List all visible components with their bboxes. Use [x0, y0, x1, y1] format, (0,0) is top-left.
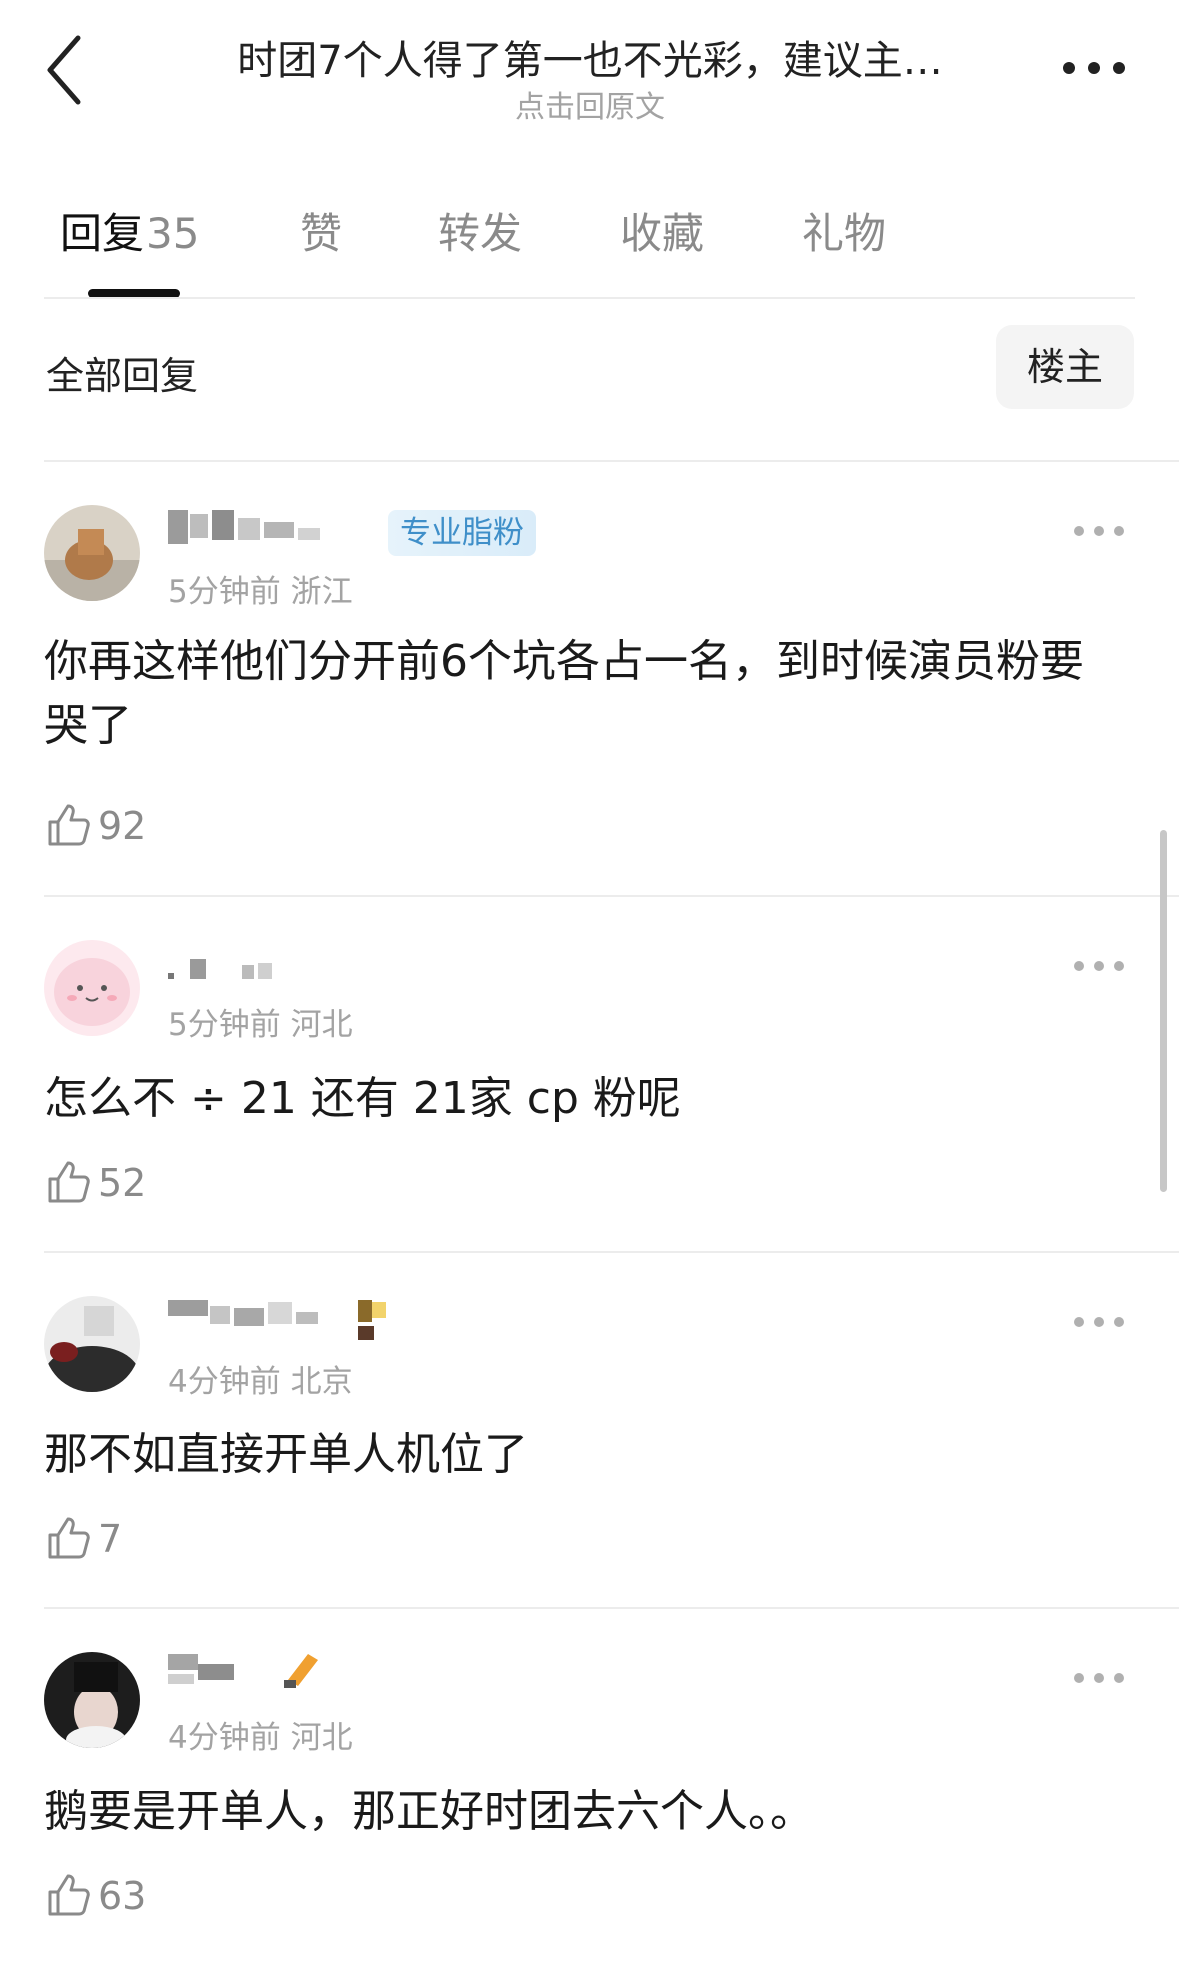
comment-more-icon[interactable] [1071, 956, 1127, 976]
thumbs-up-icon [48, 1161, 90, 1203]
all-replies-label: 全部回复 [46, 354, 199, 398]
back-icon[interactable] [40, 30, 100, 110]
comment-more-icon[interactable] [1071, 1668, 1127, 1688]
comment-meta: 5分钟前 浙江 [168, 574, 353, 610]
thumbs-up-icon [48, 1874, 90, 1916]
tab-replies-count: 35 [146, 209, 200, 258]
tab-likes[interactable]: 赞 [300, 200, 342, 261]
username[interactable] [168, 1300, 398, 1340]
like-button[interactable]: 52 [46, 1159, 146, 1205]
username[interactable] [168, 510, 368, 544]
divider [44, 895, 1179, 897]
like-count: 92 [98, 804, 147, 848]
top-bar: 时团7个人得了第一也不光彩，建议主… 点击回原文 [0, 0, 1179, 150]
comment-text: 怎么不 ÷ 21 还有 21家 cp 粉呢 [44, 1073, 681, 1124]
tab-bar: 回复35 赞 转发 收藏 礼物 [60, 200, 1140, 280]
comment-meta: 4分钟前 北京 [168, 1364, 353, 1400]
avatar[interactable] [44, 940, 140, 1036]
like-button[interactable]: 92 [46, 802, 146, 848]
like-count: 52 [98, 1161, 147, 1205]
back-to-original-link[interactable]: 点击回原文 [180, 82, 1000, 126]
thumbs-up-icon [48, 804, 90, 846]
like-count: 63 [98, 1874, 147, 1918]
comment-meta: 5分钟前 河北 [168, 1007, 353, 1043]
username[interactable] [168, 1650, 358, 1688]
avatar[interactable] [44, 505, 140, 601]
divider [44, 1251, 1179, 1253]
tab-gifts[interactable]: 礼物 [802, 200, 886, 261]
like-count: 7 [98, 1517, 123, 1561]
scrollbar[interactable] [1160, 830, 1167, 1192]
divider [44, 460, 1179, 462]
avatar[interactable] [44, 1296, 140, 1392]
divider [44, 297, 1135, 299]
avatar[interactable] [44, 1652, 140, 1748]
comment-more-icon[interactable] [1071, 1312, 1127, 1332]
more-options-icon[interactable] [1049, 48, 1139, 88]
comment-text: 鹅要是开单人，那正好时团去六个人。。 [44, 1786, 814, 1837]
tab-replies[interactable]: 回复35 [60, 200, 199, 261]
comment-meta: 4分钟前 河北 [168, 1720, 353, 1756]
thumbs-up-icon [48, 1517, 90, 1559]
tab-favorites[interactable]: 收藏 [620, 200, 704, 261]
like-button[interactable]: 63 [46, 1872, 146, 1918]
divider [44, 1607, 1179, 1609]
comment-text: 你再这样他们分开前6个坑各占一名，到时候演员粉要哭了 [44, 636, 1084, 751]
like-button[interactable]: 7 [46, 1515, 122, 1561]
owner-filter-button[interactable]: 楼主 [996, 325, 1134, 409]
comment-more-icon[interactable] [1071, 521, 1127, 541]
fan-badge: 专业脂粉 [388, 510, 536, 556]
reply-filter-row: 全部回复 楼主 [44, 325, 1134, 415]
tab-replies-label: 回复 [60, 209, 145, 258]
page-title: 时团7个人得了第一也不光彩，建议主… [237, 38, 943, 84]
comment-text: 那不如直接开单人机位了 [44, 1429, 528, 1480]
tab-reposts[interactable]: 转发 [438, 200, 522, 261]
username[interactable] [168, 955, 288, 987]
